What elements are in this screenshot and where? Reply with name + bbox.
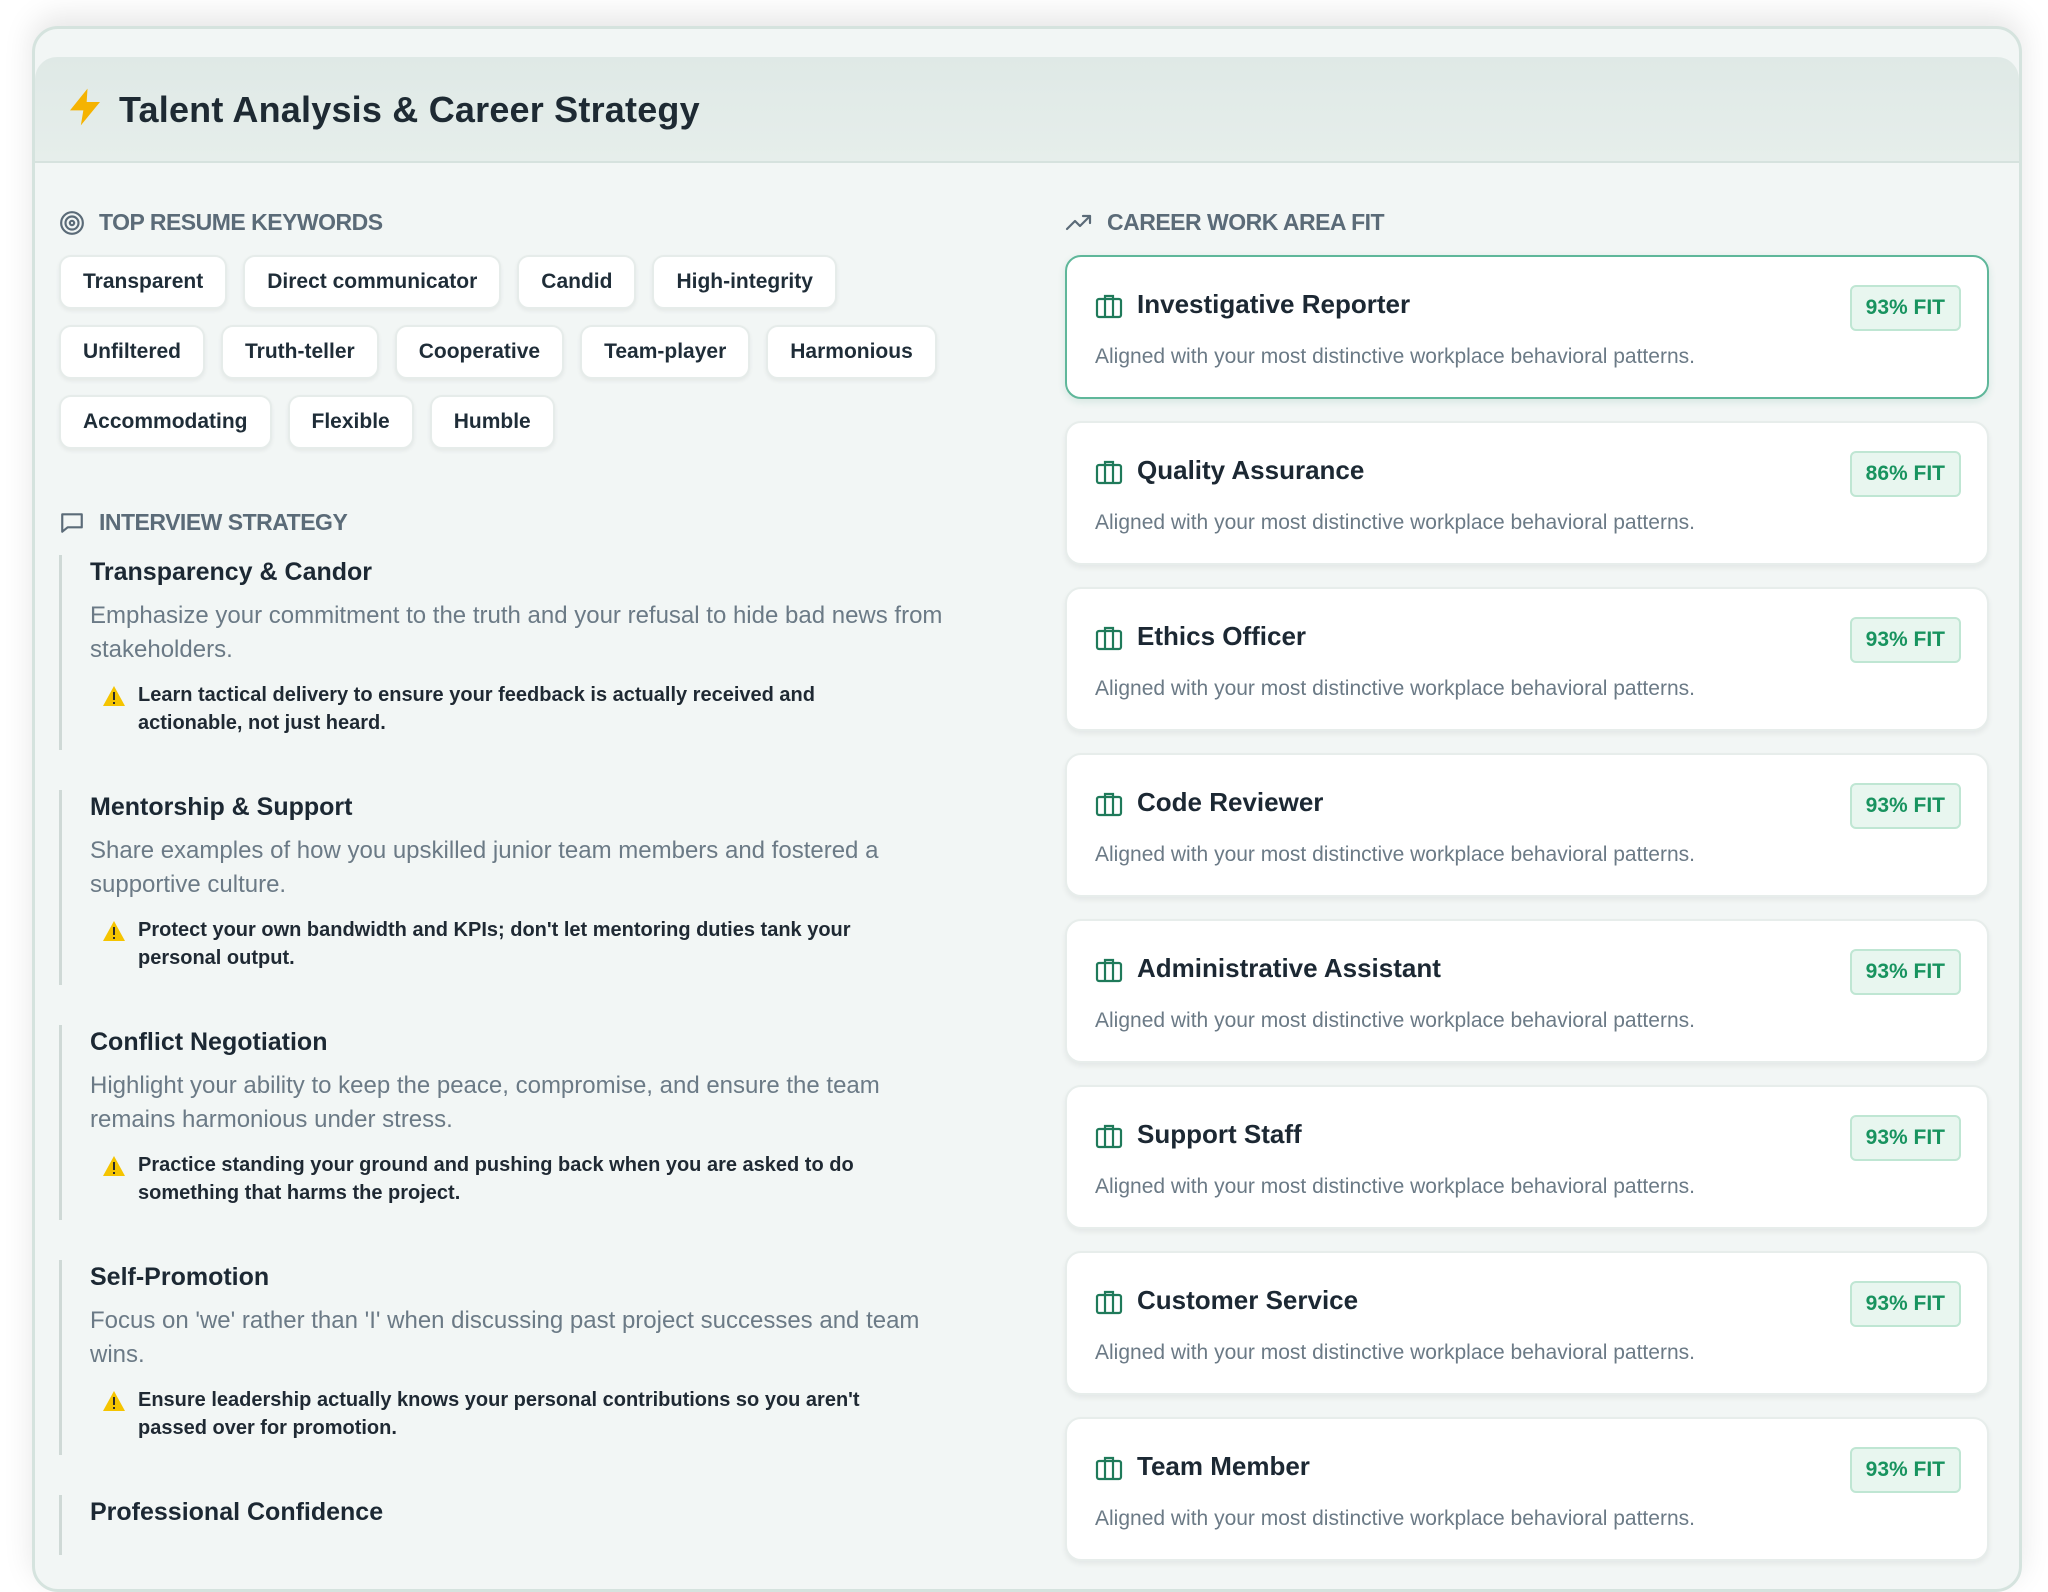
strategy-item: Mentorship & Support Share examples of h… xyxy=(59,790,959,985)
fit-score-badge: 93% FIT xyxy=(1849,783,1961,829)
strategy-item-description: Share examples of how you upskilled juni… xyxy=(90,837,879,898)
keyword-chip: Candid xyxy=(517,255,637,309)
career-fit-title: Ethics Officer xyxy=(1137,621,1307,651)
fit-score-badge: 86% FIT xyxy=(1849,451,1961,497)
fit-score-badge: 93% FIT xyxy=(1849,949,1961,995)
career-fit-title: Customer Service xyxy=(1137,1285,1359,1315)
career-fit-card[interactable]: Team Member 93% FIT Aligned with your mo… xyxy=(1065,1417,1989,1561)
keyword-chip: Humble xyxy=(429,395,555,449)
career-fit-description: Aligned with your most distinctive workp… xyxy=(1095,1009,1695,1032)
strategy-item-tip: Ensure leadership actually knows your pe… xyxy=(90,1386,959,1442)
target-icon xyxy=(60,210,84,235)
briefcase-icon xyxy=(1095,626,1123,651)
strategy-item-title: Mentorship & Support xyxy=(90,793,353,821)
career-fit-title: Code Reviewer xyxy=(1137,787,1324,817)
strategy-item: Professional Confidence xyxy=(59,1495,959,1555)
strategy-tip-text: Ensure leadership actually knows your pe… xyxy=(138,1389,860,1439)
keywords-section-label: TOP RESUME KEYWORDS xyxy=(59,209,383,236)
strategy-tip-text: Practice standing your ground and pushin… xyxy=(138,1154,854,1204)
talent-analysis-panel: Talent Analysis & Career Strategy TOP RE… xyxy=(32,26,2022,1592)
briefcase-icon xyxy=(1095,1290,1123,1315)
keyword-chip: Transparent xyxy=(59,255,228,309)
trending-up-icon xyxy=(1065,214,1092,230)
strategy-item-tip: Protect your own bandwidth and KPIs; don… xyxy=(90,916,959,972)
fit-score-badge: 93% FIT xyxy=(1849,617,1961,663)
strategy-tip-text: Protect your own bandwidth and KPIs; don… xyxy=(138,919,851,969)
keyword-chip: Accommodating xyxy=(59,395,272,449)
strategy-label-text: INTERVIEW STRATEGY xyxy=(99,509,348,535)
fit-section-label: CAREER WORK AREA FIT xyxy=(1065,209,1385,236)
strategy-item: Self-Promotion Focus on 'we' rather than… xyxy=(59,1260,959,1455)
strategy-item: Conflict Negotiation Highlight your abil… xyxy=(59,1025,959,1220)
career-fit-card[interactable]: Customer Service 93% FIT Aligned with yo… xyxy=(1065,1251,1989,1395)
keyword-chip: Cooperative xyxy=(394,325,565,379)
strategy-item-tip: Learn tactical delivery to ensure your f… xyxy=(90,681,959,737)
strategy-item-tip: Practice standing your ground and pushin… xyxy=(90,1151,959,1207)
keyword-row: Transparent Direct communicator Candid H… xyxy=(59,255,959,309)
strategy-tip-text: Learn tactical delivery to ensure your f… xyxy=(138,684,815,734)
strategy-item-title: Self-Promotion xyxy=(90,1263,270,1291)
career-fit-title: Support Staff xyxy=(1137,1119,1302,1149)
career-fit-card[interactable]: Administrative Assistant 93% FIT Aligned… xyxy=(1065,919,1989,1063)
career-fit-card[interactable]: Ethics Officer 93% FIT Aligned with your… xyxy=(1065,587,1989,731)
fit-score-badge: 93% FIT xyxy=(1849,1281,1961,1327)
strategy-item: Transparency & Candor Emphasize your com… xyxy=(59,555,959,750)
career-fit-title: Team Member xyxy=(1137,1451,1310,1481)
warning-triangle-icon xyxy=(103,1156,125,1176)
keyword-list: Transparent Direct communicator Candid H… xyxy=(59,255,959,465)
career-fit-title: Administrative Assistant xyxy=(1137,953,1441,983)
strategy-section-label: INTERVIEW STRATEGY xyxy=(59,509,348,536)
career-fit-card[interactable]: Code Reviewer 93% FIT Aligned with your … xyxy=(1065,753,1989,897)
panel-header: Talent Analysis & Career Strategy xyxy=(35,57,2019,163)
career-fit-description: Aligned with your most distinctive workp… xyxy=(1095,345,1695,368)
fit-score-badge: 93% FIT xyxy=(1849,1447,1961,1493)
briefcase-icon xyxy=(1095,958,1123,983)
career-fit-title: Quality Assurance xyxy=(1137,455,1365,485)
warning-triangle-icon xyxy=(103,686,125,706)
panel-title: Talent Analysis & Career Strategy xyxy=(119,89,700,130)
keyword-row: Unfiltered Truth-teller Cooperative Team… xyxy=(59,325,959,379)
career-fit-description: Aligned with your most distinctive workp… xyxy=(1095,677,1695,700)
briefcase-icon xyxy=(1095,1124,1123,1149)
fit-label-text: CAREER WORK AREA FIT xyxy=(1107,209,1385,235)
strategy-item-description: Focus on 'we' rather than 'I' when discu… xyxy=(90,1307,920,1368)
keyword-chip: Direct communicator xyxy=(243,255,502,309)
keyword-chip: Harmonious xyxy=(766,325,937,379)
warning-triangle-icon xyxy=(103,1391,125,1411)
keyword-chip: Team-player xyxy=(580,325,751,379)
career-fit-card[interactable]: Support Staff 93% FIT Aligned with your … xyxy=(1065,1085,1989,1229)
keyword-chip: High-integrity xyxy=(652,255,837,309)
strategy-list: Transparency & Candor Emphasize your com… xyxy=(59,555,959,1555)
strategy-item-description: Highlight your ability to keep the peace… xyxy=(90,1072,880,1133)
warning-triangle-icon xyxy=(103,921,125,941)
career-fit-card[interactable]: Investigative Reporter 93% FIT Aligned w… xyxy=(1065,255,1989,399)
keyword-chip: Flexible xyxy=(287,395,414,449)
career-fit-description: Aligned with your most distinctive workp… xyxy=(1095,1341,1695,1364)
career-fit-description: Aligned with your most distinctive workp… xyxy=(1095,1175,1695,1198)
strategy-item-description: Emphasize your commitment to the truth a… xyxy=(90,602,943,663)
briefcase-icon xyxy=(1095,792,1123,817)
fit-score-badge: 93% FIT xyxy=(1849,1115,1961,1161)
keyword-chip: Truth-teller xyxy=(221,325,379,379)
briefcase-icon xyxy=(1095,294,1123,319)
career-fit-title: Investigative Reporter xyxy=(1137,289,1411,319)
strategy-item-title: Transparency & Candor xyxy=(90,558,373,586)
career-fit-description: Aligned with your most distinctive workp… xyxy=(1095,843,1695,866)
message-square-icon xyxy=(61,512,83,533)
fit-score-badge: 93% FIT xyxy=(1849,285,1961,331)
keywords-label-text: TOP RESUME KEYWORDS xyxy=(99,209,383,235)
career-fit-list: Investigative Reporter 93% FIT Aligned w… xyxy=(1065,255,1989,1583)
career-fit-description: Aligned with your most distinctive workp… xyxy=(1095,1507,1695,1530)
career-fit-description: Aligned with your most distinctive workp… xyxy=(1095,511,1695,534)
briefcase-icon xyxy=(1095,1456,1123,1481)
strategy-item-title: Professional Confidence xyxy=(90,1498,384,1526)
keyword-chip: Unfiltered xyxy=(59,325,206,379)
briefcase-icon xyxy=(1095,460,1123,485)
keyword-row: Accommodating Flexible Humble xyxy=(59,395,959,449)
strategy-item-title: Conflict Negotiation xyxy=(90,1028,328,1056)
career-fit-card[interactable]: Quality Assurance 86% FIT Aligned with y… xyxy=(1065,421,1989,565)
lightning-bolt-icon xyxy=(70,88,100,126)
